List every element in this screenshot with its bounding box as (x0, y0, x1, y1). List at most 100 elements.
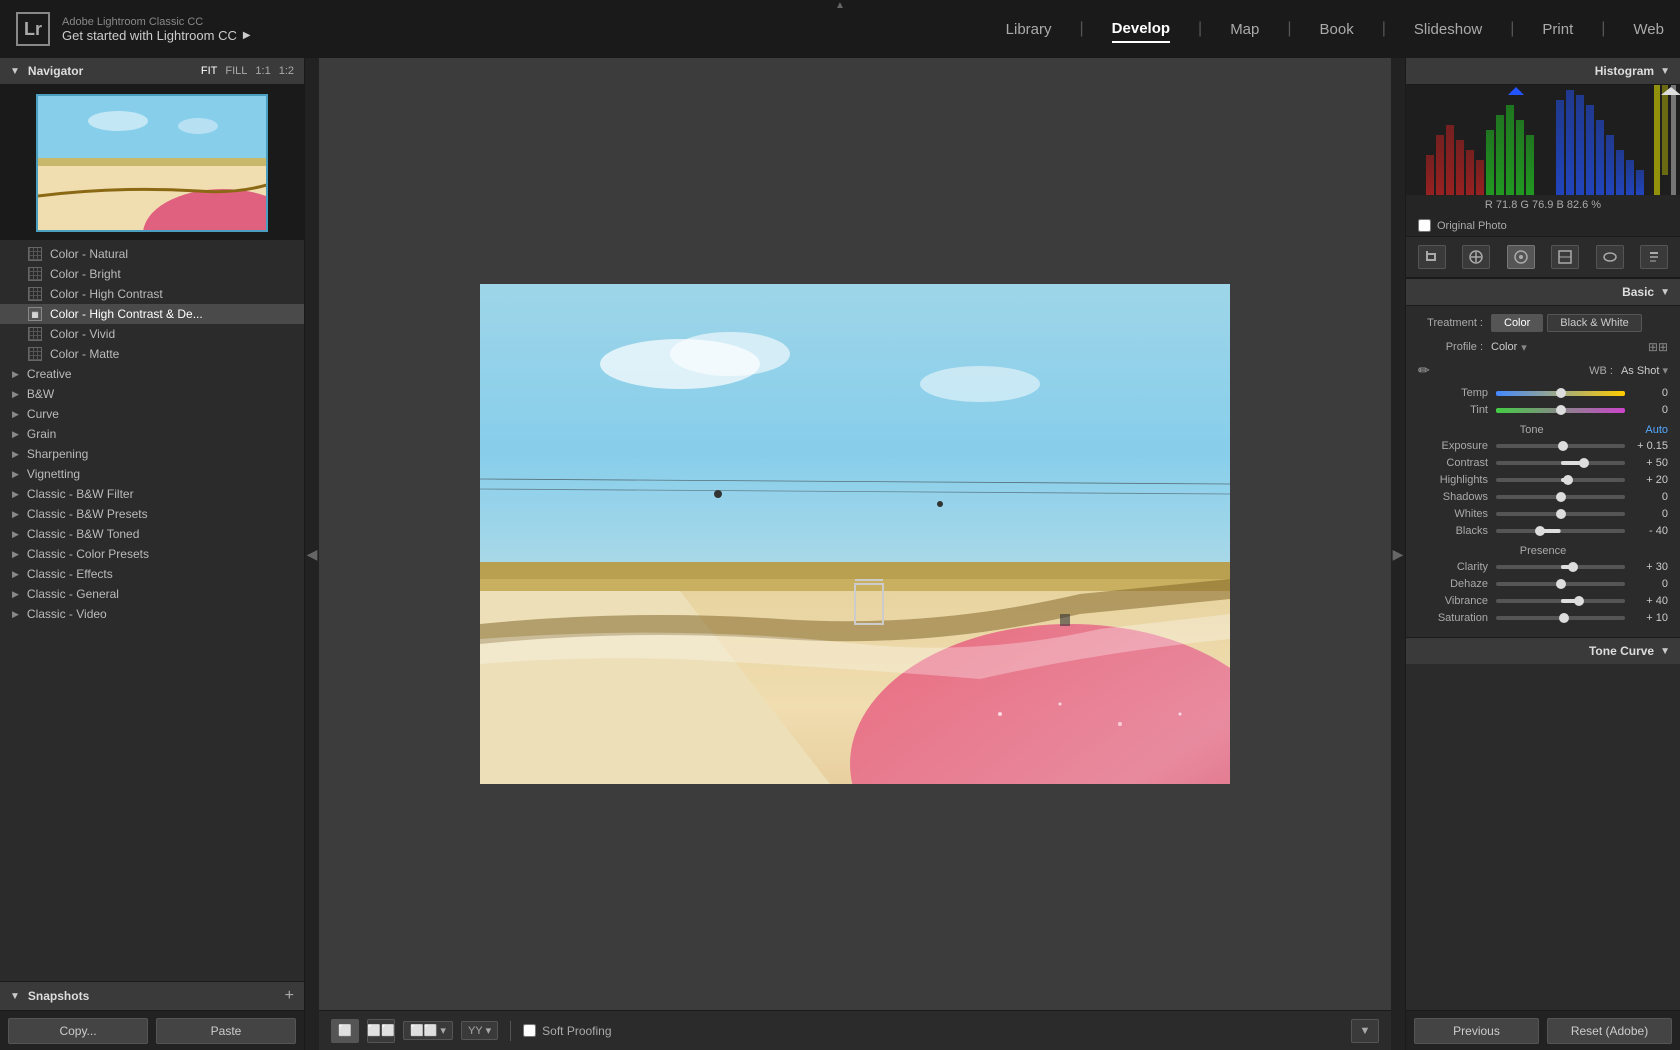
nav-slideshow[interactable]: Slideshow (1414, 17, 1482, 42)
preset-group-classic-bw-filter[interactable]: ▶ Classic - B&W Filter (0, 484, 304, 504)
preset-group-classic-color-presets[interactable]: ▶ Classic - Color Presets (0, 544, 304, 564)
snapshots-toggle-icon[interactable]: ▼ (10, 991, 20, 1002)
histogram-header[interactable]: Histogram ▼ (1406, 58, 1680, 85)
group-arrow-icon: ▶ (12, 589, 19, 600)
paste-button[interactable]: Paste (156, 1018, 296, 1044)
preset-group-classic-bw-presets[interactable]: ▶ Classic - B&W Presets (0, 504, 304, 524)
adjustment-brush-button[interactable] (1640, 245, 1668, 269)
preset-item[interactable]: Color - High Contrast (0, 284, 304, 304)
nav-print[interactable]: Print (1542, 17, 1573, 42)
navigator-header[interactable]: ▼ Navigator FIT FILL 1:1 1:2 (0, 58, 304, 85)
navigator-thumbnail[interactable] (36, 94, 268, 232)
clarity-slider-thumb[interactable] (1568, 562, 1578, 572)
tone-curve-toggle-icon[interactable]: ▼ (1660, 646, 1670, 657)
highlights-slider-track[interactable] (1496, 478, 1625, 482)
preset-item[interactable]: Color - Vivid (0, 324, 304, 344)
preset-group-grain[interactable]: ▶ Grain (0, 424, 304, 444)
nav-web[interactable]: Web (1633, 17, 1664, 42)
tone-curve-panel-header[interactable]: Tone Curve ▼ (1406, 637, 1680, 664)
snapshots-add-button[interactable]: + (285, 988, 294, 1004)
left-bottom-bar: Copy... Paste (0, 1010, 304, 1050)
preset-item-selected[interactable]: ▦ Color - High Contrast & De... (0, 304, 304, 324)
basic-panel-toggle-icon[interactable]: ▼ (1660, 287, 1670, 298)
view-loupe-button[interactable]: ⬜ (331, 1019, 359, 1043)
exposure-slider-thumb[interactable] (1558, 441, 1568, 451)
tint-slider-track[interactable] (1496, 408, 1625, 413)
preset-group-classic-bw-toned[interactable]: ▶ Classic - B&W Toned (0, 524, 304, 544)
copy-button[interactable]: Copy... (8, 1018, 148, 1044)
original-photo-checkbox[interactable] (1418, 219, 1431, 232)
saturation-slider-track[interactable] (1496, 616, 1625, 620)
zoom-1-2[interactable]: 1:2 (279, 65, 294, 77)
dehaze-slider-track[interactable] (1496, 582, 1625, 586)
preset-item[interactable]: Color - Matte (0, 344, 304, 364)
blacks-slider-thumb[interactable] (1535, 526, 1545, 536)
vibrance-slider-track[interactable] (1496, 599, 1625, 603)
contrast-slider-thumb[interactable] (1579, 458, 1589, 468)
left-panel-collapse[interactable]: ◀ (305, 58, 319, 1050)
soft-proofing-toggle[interactable]: Soft Proofing (523, 1024, 611, 1038)
preset-group-classic-effects[interactable]: ▶ Classic - Effects (0, 564, 304, 584)
eyedropper-icon[interactable]: ✏ (1418, 362, 1430, 379)
vibrance-slider-thumb[interactable] (1574, 596, 1584, 606)
target-adjust-button[interactable] (1507, 245, 1535, 269)
profile-dropdown-icon[interactable]: ▾ (1521, 341, 1527, 354)
right-panel-collapse[interactable]: ▶ (1391, 58, 1405, 1050)
nav-library[interactable]: Library (1006, 17, 1052, 42)
nav-book[interactable]: Book (1320, 17, 1354, 42)
preset-item[interactable]: Color - Bright (0, 264, 304, 284)
blacks-slider-track[interactable] (1496, 529, 1625, 533)
shadows-slider-thumb[interactable] (1556, 492, 1566, 502)
view-mode-dropdown[interactable]: ⬜⬜ ▾ (403, 1021, 453, 1040)
whites-slider-thumb[interactable] (1556, 509, 1566, 519)
reset-button[interactable]: Reset (Adobe) (1547, 1018, 1672, 1044)
dehaze-slider-thumb[interactable] (1556, 579, 1566, 589)
preset-group-vignetting[interactable]: ▶ Vignetting (0, 464, 304, 484)
gradient-filter-button[interactable] (1551, 245, 1579, 269)
profile-value[interactable]: Color ▾ ⊞⊞ (1491, 340, 1668, 354)
profile-grid-icon[interactable]: ⊞⊞ (1648, 340, 1668, 354)
image-canvas[interactable] (319, 58, 1391, 1010)
temp-slider-thumb[interactable] (1556, 388, 1566, 398)
preset-group-classic-video[interactable]: ▶ Classic - Video (0, 604, 304, 624)
soft-proofing-checkbox[interactable] (523, 1024, 536, 1037)
wb-dropdown-icon[interactable]: ▾ (1662, 364, 1668, 377)
navigator-toggle-icon[interactable]: ▼ (10, 66, 20, 77)
preset-item[interactable]: Color - Natural (0, 244, 304, 264)
preset-group-sharpening[interactable]: ▶ Sharpening (0, 444, 304, 464)
sort-dropdown[interactable]: YY ▾ (461, 1021, 498, 1040)
basic-panel-header[interactable]: Basic ▼ (1406, 278, 1680, 306)
zoom-1-1[interactable]: 1:1 (255, 65, 270, 77)
crop-tool-button[interactable] (1418, 245, 1446, 269)
nav-develop[interactable]: Develop (1112, 16, 1170, 43)
snapshots-header[interactable]: ▼ Snapshots + (0, 982, 304, 1010)
view-compare-button[interactable]: ⬜⬜ (367, 1019, 395, 1043)
preset-group-bw[interactable]: ▶ B&W (0, 384, 304, 404)
toolbar-down-arrow[interactable]: ▼ (1351, 1019, 1379, 1043)
previous-button[interactable]: Previous (1414, 1018, 1539, 1044)
temp-slider-track[interactable] (1496, 391, 1625, 396)
original-photo-toggle[interactable]: Original Photo (1406, 215, 1680, 237)
shadows-slider-track[interactable] (1496, 495, 1625, 499)
zoom-fit[interactable]: FIT (201, 65, 218, 77)
clarity-slider-track[interactable] (1496, 565, 1625, 569)
radial-filter-button[interactable] (1596, 245, 1624, 269)
panel-collapse-top[interactable]: ▲ (830, 0, 850, 10)
whites-slider-track[interactable] (1496, 512, 1625, 516)
highlights-slider-thumb[interactable] (1563, 475, 1573, 485)
contrast-slider-track[interactable] (1496, 461, 1625, 465)
tint-slider-thumb[interactable] (1556, 405, 1566, 415)
preset-group-classic-general[interactable]: ▶ Classic - General (0, 584, 304, 604)
heal-tool-button[interactable] (1462, 245, 1490, 269)
preset-group-creative[interactable]: ▶ Creative (0, 364, 304, 384)
exposure-slider-track[interactable] (1496, 444, 1625, 448)
zoom-fill[interactable]: FILL (225, 65, 247, 77)
saturation-slider-thumb[interactable] (1559, 613, 1569, 623)
bw-treatment-button[interactable]: Black & White (1547, 314, 1641, 332)
nav-map[interactable]: Map (1230, 17, 1259, 42)
histogram-toggle-icon[interactable]: ▼ (1660, 66, 1670, 77)
subtitle-arrow[interactable]: ▶ (243, 30, 251, 41)
color-treatment-button[interactable]: Color (1491, 314, 1543, 332)
tone-auto-button[interactable]: Auto (1645, 424, 1668, 436)
preset-group-curve[interactable]: ▶ Curve (0, 404, 304, 424)
